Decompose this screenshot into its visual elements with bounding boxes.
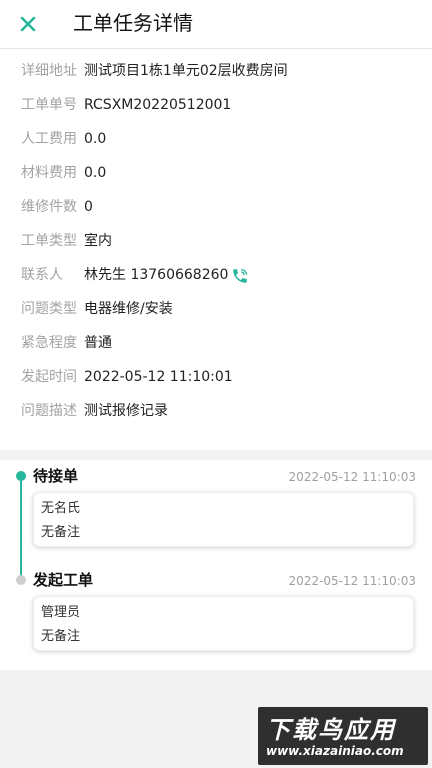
timeline-card: 无名氏 无备注 <box>33 492 414 547</box>
detail-value: 电器维修/安装 <box>84 301 173 317</box>
detail-value: RCSXM20220512001 <box>84 97 232 113</box>
detail-value: 测试报修记录 <box>84 403 168 419</box>
timeline-status: 待接单 <box>33 467 79 485</box>
detail-label: 紧急程度 <box>21 335 77 351</box>
detail-value: 林先生 13760668260 <box>84 267 229 283</box>
detail-label: 详细地址 <box>21 63 77 79</box>
detail-row-problem-type: 问题类型 电器维修/安装 <box>21 299 173 319</box>
timeline-time: 2022-05-12 11:10:03 <box>288 574 416 588</box>
timeline-time: 2022-05-12 11:10:03 <box>288 470 416 484</box>
detail-row-labor-cost: 人工费用 0.0 <box>21 129 106 149</box>
detail-row-urgency: 紧急程度 普通 <box>21 333 112 353</box>
detail-label: 联系人 <box>21 267 63 283</box>
detail-value: 0.0 <box>84 165 107 181</box>
detail-label: 人工费用 <box>21 131 77 147</box>
detail-row-repair-count: 维修件数 0 <box>21 197 93 217</box>
phone-icon <box>233 268 248 283</box>
timeline-status: 发起工单 <box>33 571 94 589</box>
timeline-connector <box>20 476 22 578</box>
detail-row-material-cost: 材料费用 0.0 <box>21 163 106 183</box>
detail-row-order-type: 工单类型 室内 <box>21 231 112 251</box>
detail-label: 材料费用 <box>21 165 77 181</box>
site-watermark: 下载鸟应用 www.xiazainiao.com <box>258 707 428 765</box>
detail-value: 0 <box>84 199 93 215</box>
timeline-dot-inactive <box>16 575 26 585</box>
detail-value: 2022-05-12 11:10:01 <box>84 369 233 385</box>
detail-value: 普通 <box>84 335 112 351</box>
watermark-brand: 下载鸟应用 <box>266 716 396 744</box>
timeline-person: 管理员 <box>41 605 81 620</box>
detail-row-created-time: 发起时间 2022-05-12 11:10:01 <box>21 367 233 387</box>
detail-value: 0.0 <box>84 131 107 147</box>
order-details: 详细地址 测试项目1栋1单元02层收费房间 工单单号 RCSXM2022051200… <box>0 49 432 450</box>
detail-row-address: 详细地址 测试项目1栋1单元02层收费房间 <box>21 61 288 81</box>
detail-label: 问题描述 <box>21 403 77 419</box>
detail-row-description: 问题描述 测试报修记录 <box>21 401 168 421</box>
timeline-person: 无名氏 <box>41 501 81 516</box>
detail-label: 问题类型 <box>21 301 77 317</box>
detail-value: 室内 <box>84 233 112 249</box>
detail-label: 维修件数 <box>21 199 77 215</box>
page-title: 工单任务详情 <box>73 11 193 35</box>
detail-row-contact: 联系人 林先生 13760668260 <box>21 265 281 285</box>
timeline-card: 管理员 无备注 <box>33 596 414 651</box>
timeline-note: 无备注 <box>41 525 81 540</box>
detail-label: 发起时间 <box>21 369 77 385</box>
detail-value: 测试项目1栋1单元02层收费房间 <box>84 63 288 79</box>
top-bar: 工单任务详情 <box>0 0 432 49</box>
close-button[interactable] <box>14 10 42 38</box>
close-icon <box>20 16 36 32</box>
timeline-note: 无备注 <box>41 629 81 644</box>
detail-row-order-number: 工单单号 RCSXM20220512001 <box>21 95 231 115</box>
status-timeline: 待接单 2022-05-12 11:10:03 无名氏 无备注 发起工单 202… <box>0 460 432 670</box>
timeline-dot-active <box>16 471 26 481</box>
call-button[interactable] <box>230 267 250 285</box>
watermark-url: www.xiazainiao.com <box>266 744 404 758</box>
detail-label: 工单类型 <box>21 233 77 249</box>
detail-label: 工单单号 <box>21 97 77 113</box>
